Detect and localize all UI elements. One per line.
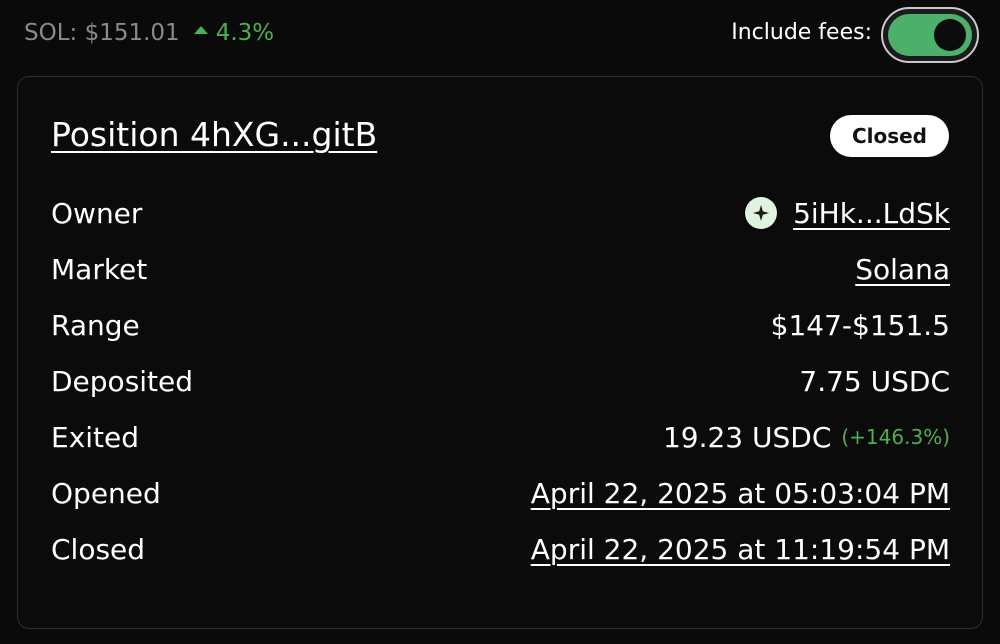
closed-row: Closed April 22, 2025 at 11:19:54 PM [51,529,950,569]
market-label: Market [51,252,148,286]
status-badge: Closed [829,115,949,157]
range-label: Range [51,308,140,342]
exited-value: 19.23 USDC [662,420,832,454]
include-fees-label: Include fees: [731,20,872,45]
sol-price-ticker: SOL: $151.01 4.3% [24,20,274,46]
market-row: Market Solana [51,249,950,289]
opened-row: Opened April 22, 2025 at 05:03:04 PM [51,473,950,513]
opened-label: Opened [51,476,161,510]
deposited-value: 7.75 USDC [799,364,950,398]
exited-label: Exited [51,420,140,454]
include-fees-toggle[interactable] [881,7,979,63]
exited-change-percent: (+146.3%) [841,425,950,449]
closed-label: Closed [51,532,146,566]
sparkle-icon [745,197,778,229]
toggle-knob [934,19,966,51]
position-card: Position 4hXG...gitB Closed Owner 5iHk..… [17,76,983,629]
trend-up-icon [193,26,208,34]
exited-row: Exited 19.23 USDC (+146.3%) [51,417,950,457]
opened-timestamp-link[interactable]: April 22, 2025 at 05:03:04 PM [531,477,950,510]
market-link[interactable]: Solana [855,253,950,286]
closed-timestamp-link[interactable]: April 22, 2025 at 11:19:54 PM [531,533,950,566]
exited-value-group: 19.23 USDC (+146.3%) [663,421,950,454]
owner-row: Owner 5iHk...LdSk [51,193,950,233]
range-row: Range $147-$151.5 [51,305,950,345]
top-bar: SOL: $151.01 4.3% Include fees: [0,0,1000,70]
owner-value: 5iHk...LdSk [745,197,950,230]
owner-address-link[interactable]: 5iHk...LdSk [793,197,950,230]
sol-price-change: 4.3% [215,20,275,46]
deposited-label: Deposited [51,364,194,398]
range-value: $147-$151.5 [770,308,950,342]
position-title-link[interactable]: Position 4hXG...gitB [51,115,377,154]
toggle-track [888,14,972,56]
deposited-row: Deposited 7.75 USDC [51,361,950,401]
owner-label: Owner [51,196,143,230]
sol-price-label: SOL: $151.01 [24,20,180,46]
